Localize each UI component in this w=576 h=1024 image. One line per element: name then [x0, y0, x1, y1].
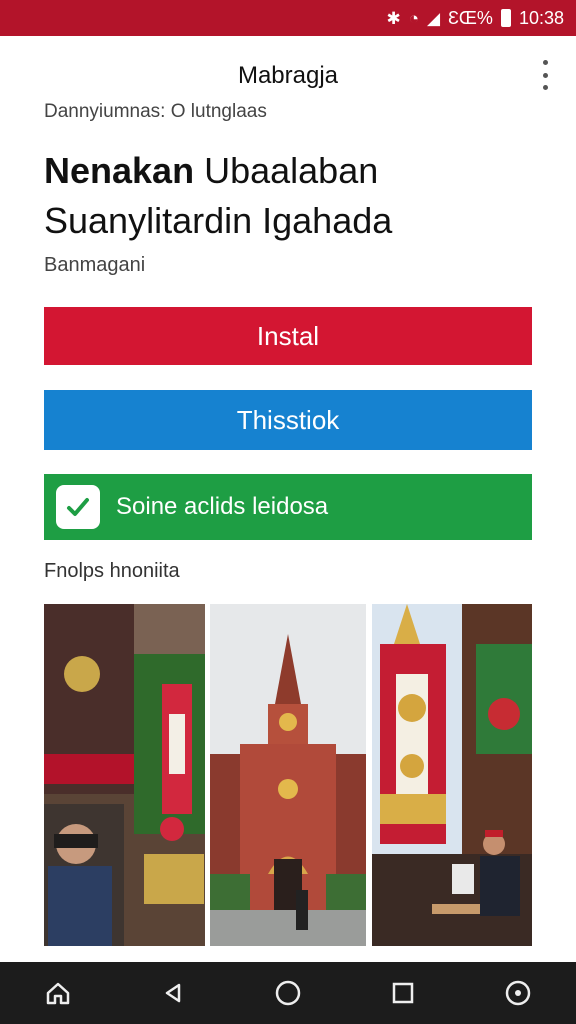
title-bold: Nenakan — [44, 150, 195, 191]
check-option-label: Soine aclids leidosa — [116, 493, 329, 520]
secondary-button[interactable]: Thisstiok — [44, 390, 532, 450]
assistant-icon[interactable] — [498, 973, 538, 1013]
screenshots-label: Fnolps hnoniita — [44, 560, 180, 582]
recents-icon[interactable] — [383, 973, 423, 1013]
bluetooth-icon: ✱ — [386, 8, 401, 28]
back-icon[interactable] — [153, 973, 193, 1013]
app-bar-title: Mabragja — [237, 62, 339, 89]
app-title: Nenakan Ubaalaban Suanylitardin Igahada — [44, 146, 392, 246]
screenshot-2[interactable] — [210, 604, 366, 946]
check-option-button[interactable]: Soine aclids leidosa — [44, 474, 532, 540]
home-icon[interactable] — [38, 973, 78, 1013]
more-options-icon[interactable] — [540, 60, 550, 90]
checkbox-checked[interactable] — [56, 485, 100, 529]
title-line-2: Suanylitardin Igahada — [44, 200, 393, 241]
install-button[interactable]: Instal — [44, 307, 532, 365]
status-bar: ✱ ◔ ◢ ƐŒ% 10:38 — [0, 0, 576, 36]
signal-icon: ◢ — [426, 8, 441, 28]
title-rest: Ubaalaban — [204, 150, 379, 191]
screenshot-gallery[interactable] — [44, 604, 532, 946]
battery-icon — [500, 9, 511, 27]
screenshot-1[interactable] — [44, 604, 205, 946]
system-nav-bar — [0, 962, 576, 1024]
developer-name: Banmagani — [44, 254, 146, 276]
app-subheader: Dannyiumnas: O lutnglaas — [44, 101, 267, 122]
circle-home-icon[interactable] — [268, 973, 308, 1013]
wifi-icon: ◔ — [408, 8, 419, 28]
battery-text: ƐŒ% — [448, 7, 493, 28]
status-time: 10:38 — [518, 7, 564, 28]
screenshot-3[interactable] — [372, 604, 532, 946]
